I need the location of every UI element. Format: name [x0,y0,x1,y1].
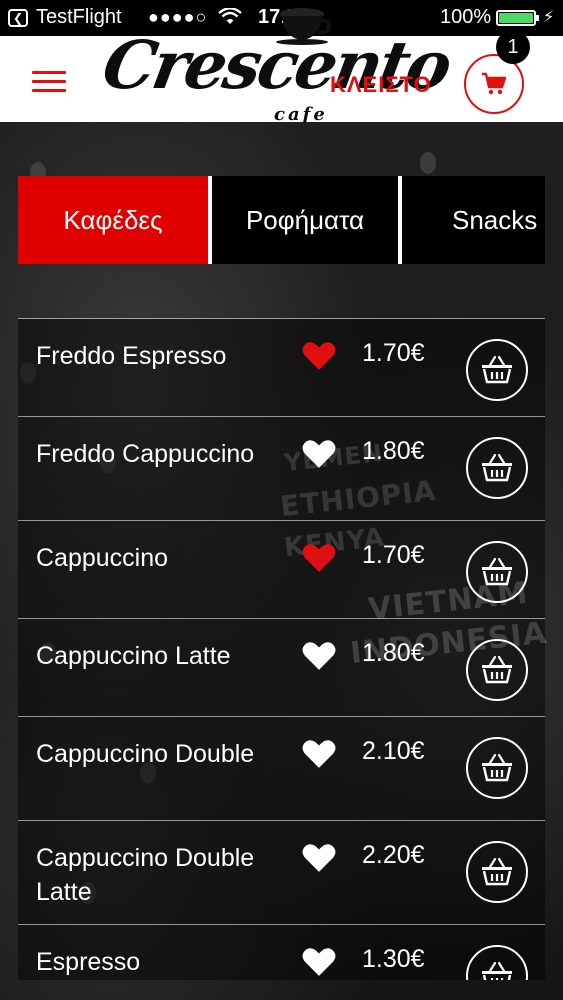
basket-icon [482,453,512,482]
item-name: Freddo Cappuccino [36,440,255,468]
basket-icon [482,753,512,782]
basket-icon [482,857,512,886]
category-tabs: Καφέδες Ροφήματα Snacks [18,176,545,264]
add-to-basket-button[interactable] [466,639,528,701]
list-item[interactable]: Freddo Cappuccino 1.80€ [18,417,545,521]
tab-label: Ροφήματα [245,204,365,235]
favorite-heart-icon[interactable] [302,543,336,573]
add-to-basket-button[interactable] [466,339,528,401]
basket-icon [482,655,512,684]
list-item[interactable]: Freddo Espresso 1.70€ [18,319,545,417]
favorite-heart-icon[interactable] [302,341,336,371]
hamburger-menu-icon[interactable] [32,71,66,93]
list-item[interactable]: Cappuccino Latte 1.80€ [18,619,545,717]
item-price: 1.70€ [362,339,425,367]
store-closed-label: ΚΛΕΙΣΤΟ [330,72,432,97]
item-name: Espresso [36,948,141,976]
product-list: Freddo Espresso 1.70€ Freddo Cappuccino … [18,318,545,980]
list-item[interactable]: Cappuccino 1.70€ [18,521,545,619]
favorite-heart-icon[interactable] [302,439,336,469]
item-name: Cappuccino Latte [36,642,231,670]
add-to-basket-button[interactable] [466,541,528,603]
basket-icon [482,557,512,586]
add-to-basket-button[interactable] [466,737,528,799]
item-price: 1.80€ [362,639,425,667]
cart-count-badge: 1 [496,30,530,64]
item-name: Freddo Espresso [36,342,227,370]
item-price: 2.10€ [362,737,425,765]
shopping-cart-icon [482,72,507,95]
basket-icon [482,961,512,980]
item-price: 1.70€ [362,541,425,569]
item-name: Cappuccino Double [36,740,255,768]
add-to-basket-button[interactable] [466,437,528,499]
favorite-heart-icon[interactable] [302,843,336,873]
list-item[interactable]: Cappuccino Double 2.10€ [18,717,545,821]
tab-label: Καφέδες [63,204,163,235]
add-to-basket-button[interactable] [466,841,528,903]
item-name: Cappuccino [36,544,169,572]
tab-label: Snacks [452,204,538,235]
favorite-heart-icon[interactable] [302,641,336,671]
battery-icon [496,10,539,26]
item-price: 1.30€ [362,945,425,973]
logo-subtitle: cafe [274,104,328,125]
item-price: 1.80€ [362,437,425,465]
crescento-logo: Crescento cafe [97,8,455,142]
item-name: Cappuccino Double Latte [36,844,255,906]
add-to-basket-button[interactable] [466,945,528,980]
tab-snacks[interactable]: Snacks [398,176,545,264]
item-price: 2.20€ [362,841,425,869]
back-to-app-icon[interactable]: ❮ [8,9,28,27]
list-item[interactable]: Espresso 1.30€ [18,925,545,980]
favorite-heart-icon[interactable] [302,947,336,977]
favorite-heart-icon[interactable] [302,739,336,769]
tab-beverages[interactable]: Ροφήματα [208,176,398,264]
basket-icon [482,355,512,384]
list-item[interactable]: Cappuccino Double Latte 2.20€ [18,821,545,925]
tab-coffees[interactable]: Καφέδες [18,176,208,264]
charging-icon: ⚡ [543,9,555,26]
